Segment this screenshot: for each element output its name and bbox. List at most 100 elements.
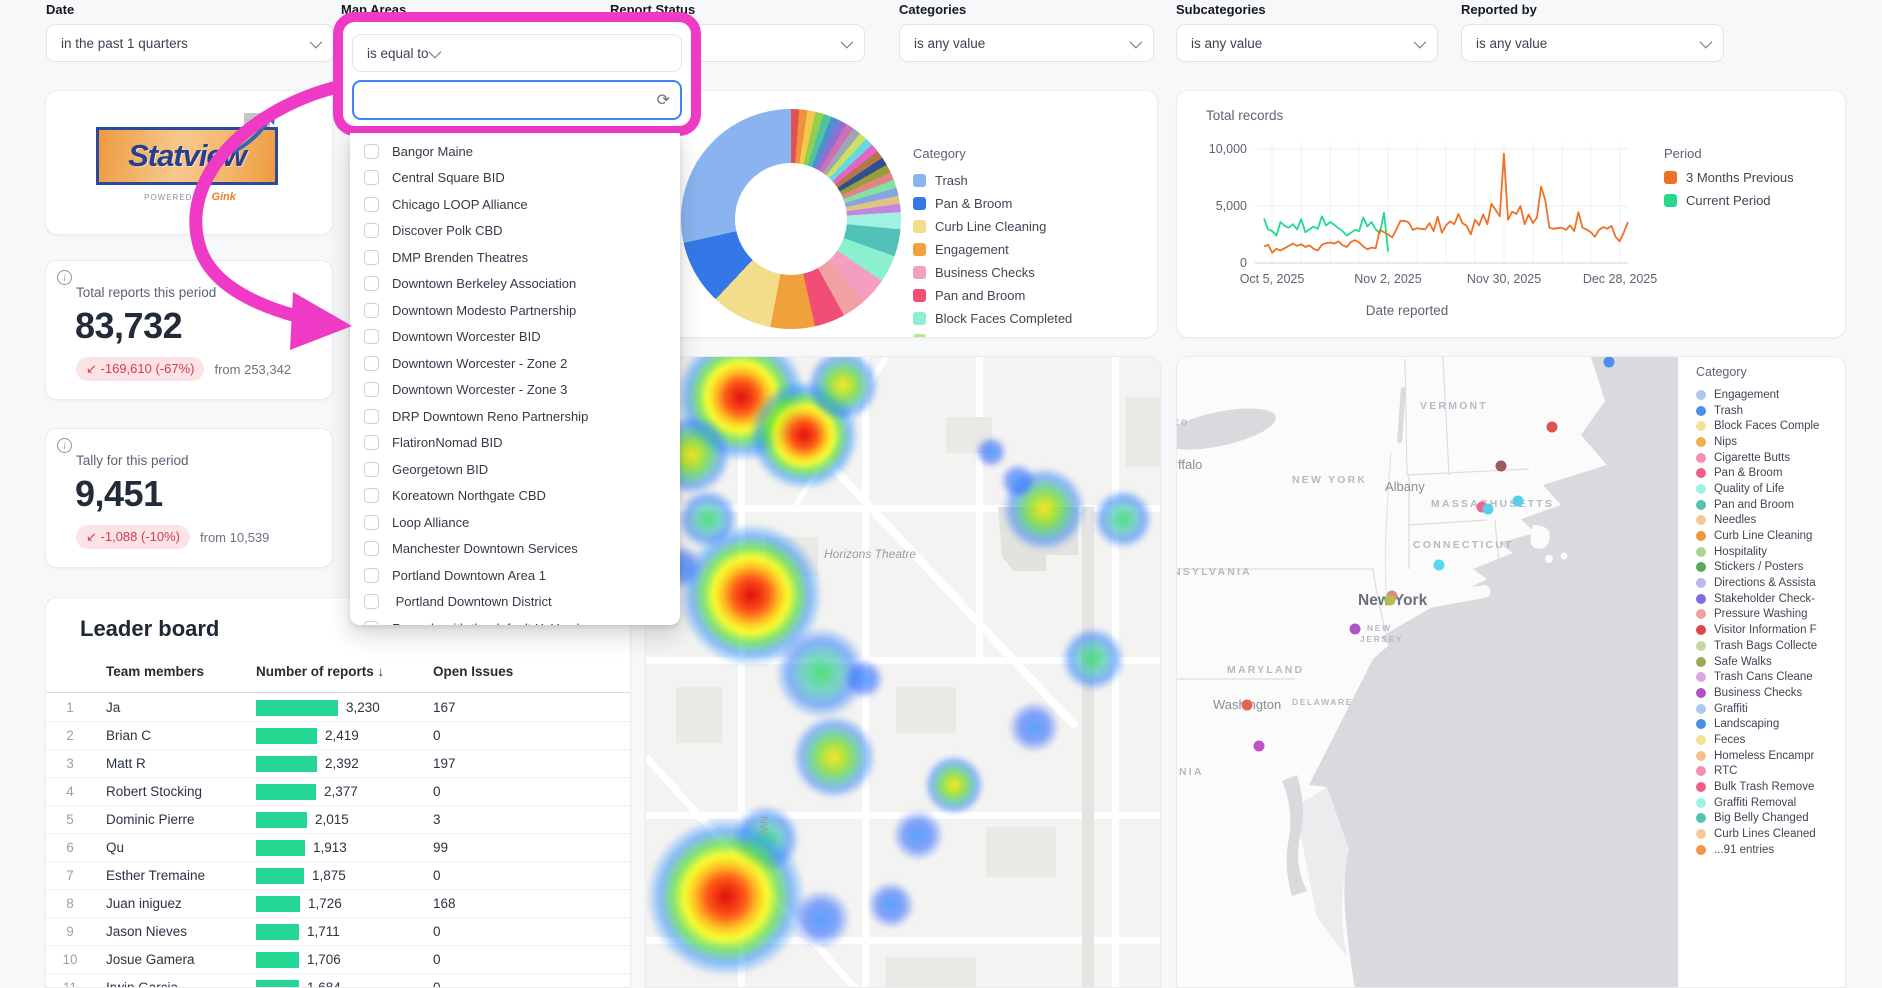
- option-label[interactable]: Koreatown Northgate CBD: [392, 488, 546, 503]
- heatmap-map[interactable]: Horizons Theatre NW: [646, 357, 1160, 987]
- legend-label: Graffiti: [1714, 703, 1748, 715]
- logo-card: Statview POWERED BY Gink: [45, 90, 333, 235]
- checkbox[interactable]: [364, 329, 379, 344]
- categories-filter-select[interactable]: is any value: [899, 24, 1154, 62]
- checkbox[interactable]: [364, 382, 379, 397]
- date-filter-select[interactable]: in the past 1 quarters: [46, 24, 334, 62]
- refresh-icon[interactable]: ⟳: [657, 90, 670, 110]
- row-rank: 8: [60, 896, 80, 911]
- checkbox[interactable]: [364, 303, 379, 318]
- checkbox[interactable]: [364, 409, 379, 424]
- category-donut-card: Category TrashPan & BroomCurb Line Clean…: [645, 90, 1158, 338]
- checkbox[interactable]: [364, 621, 379, 625]
- reports-bar: [256, 924, 299, 940]
- option-label[interactable]: Georgetown BID: [392, 462, 488, 477]
- dropdown-option[interactable]: Koreatown Northgate CBD: [350, 483, 680, 510]
- legend-label: Trash: [1714, 405, 1743, 417]
- checkbox[interactable]: [364, 435, 379, 450]
- subcategories-filter-select[interactable]: is any value: [1176, 24, 1438, 62]
- heat-blob: [1008, 701, 1060, 753]
- dropdown-option[interactable]: Loop Alliance: [350, 509, 680, 536]
- legend-dot: [1696, 609, 1706, 619]
- option-label[interactable]: Downtown Berkeley Association: [392, 276, 576, 291]
- checkbox[interactable]: [364, 170, 379, 185]
- checkbox[interactable]: [364, 462, 379, 477]
- kpi-card-tally: i Tally for this period 9,451 ↙ -1,088 (…: [45, 428, 333, 568]
- dropdown-option[interactable]: Records with the default X, Y values: [350, 615, 680, 625]
- checkbox[interactable]: [364, 250, 379, 265]
- option-label[interactable]: Central Square BID: [392, 170, 505, 185]
- kpi-label: Total reports this period: [76, 285, 216, 300]
- option-label[interactable]: Discover Polk CBD: [392, 223, 503, 238]
- chevron-down-icon: [428, 45, 441, 58]
- info-icon[interactable]: i: [57, 270, 72, 285]
- map-data-dot: [1604, 357, 1615, 368]
- legend-label: Feces: [1714, 734, 1745, 746]
- reports-value: 2,377: [324, 784, 358, 799]
- option-label[interactable]: Bangor Maine: [392, 144, 473, 159]
- option-label[interactable]: Chicago LOOP Alliance: [392, 197, 528, 212]
- dropdown-option[interactable]: Portland Downtown District: [350, 589, 680, 616]
- checkbox[interactable]: [364, 488, 379, 503]
- option-label[interactable]: Downtown Modesto Partnership: [392, 303, 576, 318]
- dropdown-option[interactable]: Downtown Worcester - Zone 2: [350, 350, 680, 377]
- option-label[interactable]: Downtown Worcester - Zone 3: [392, 382, 567, 397]
- dropdown-option[interactable]: Downtown Berkeley Association: [350, 271, 680, 298]
- dropdown-option[interactable]: Portland Downtown Area 1: [350, 562, 680, 589]
- checkbox[interactable]: [364, 594, 379, 609]
- reported-by-filter-select[interactable]: is any value: [1461, 24, 1724, 62]
- member-name: Jason Nieves: [106, 924, 187, 939]
- open-issues-value: 0: [433, 952, 441, 967]
- map-areas-operator-select[interactable]: is equal to: [352, 34, 682, 72]
- option-label[interactable]: FlatironNomad BID: [392, 435, 503, 450]
- column-header-team-members[interactable]: Team members: [106, 664, 204, 679]
- column-header-number-of-reports[interactable]: Number of reports ↓: [256, 664, 384, 679]
- dropdown-option[interactable]: Central Square BID: [350, 165, 680, 192]
- legend-item: Pan & Broom: [913, 196, 1072, 211]
- legend-item: [913, 334, 1072, 338]
- checkbox[interactable]: [364, 356, 379, 371]
- legend-item: Trash Bags Collecte: [1696, 638, 1846, 654]
- dropdown-option[interactable]: Chicago LOOP Alliance: [350, 191, 680, 218]
- dropdown-option[interactable]: Downtown Worcester - Zone 3: [350, 377, 680, 404]
- checkbox[interactable]: [364, 515, 379, 530]
- option-label[interactable]: Downtown Worcester - Zone 2: [392, 356, 567, 371]
- dropdown-option[interactable]: Georgetown BID: [350, 456, 680, 483]
- svg-text:Dec 28, 2025: Dec 28, 2025: [1583, 272, 1657, 286]
- heatmap-card: Horizons Theatre NW: [645, 356, 1161, 988]
- dropdown-option[interactable]: Downtown Worcester BID: [350, 324, 680, 351]
- info-icon[interactable]: i: [57, 438, 72, 453]
- dropdown-option[interactable]: Bangor Maine: [350, 138, 680, 165]
- checkbox[interactable]: [364, 197, 379, 212]
- option-label[interactable]: DRP Downtown Reno Partnership: [392, 409, 588, 424]
- legend-label: Directions & Assista: [1714, 577, 1816, 589]
- open-issues-value: 0: [433, 924, 441, 939]
- dropdown-option[interactable]: Downtown Modesto Partnership: [350, 297, 680, 324]
- dropdown-option[interactable]: Discover Polk CBD: [350, 218, 680, 245]
- member-name: Qu: [106, 840, 124, 855]
- legend-item: Stickers / Posters: [1696, 560, 1846, 576]
- option-label[interactable]: Downtown Worcester BID: [392, 329, 541, 344]
- dropdown-option[interactable]: Manchester Downtown Services: [350, 536, 680, 563]
- map-areas-search-input[interactable]: [364, 93, 657, 108]
- column-header-open-issues[interactable]: Open Issues: [433, 664, 513, 679]
- region-map[interactable]: toffaloNEW YORKAlbanyVERMONTMASSACHUSETT…: [1177, 357, 1678, 988]
- legend-item: Pan and Broom: [913, 288, 1072, 303]
- map-areas-search-box[interactable]: ⟳: [352, 80, 682, 120]
- option-label[interactable]: Portland Downtown District: [392, 594, 552, 609]
- checkbox[interactable]: [364, 541, 379, 556]
- option-label[interactable]: Manchester Downtown Services: [392, 541, 578, 556]
- checkbox[interactable]: [364, 223, 379, 238]
- legend-dot: [1696, 547, 1706, 557]
- option-label[interactable]: Records with the default X, Y values: [392, 621, 600, 625]
- option-label[interactable]: Portland Downtown Area 1: [392, 568, 546, 583]
- checkbox[interactable]: [364, 144, 379, 159]
- legend-dot: [1696, 829, 1706, 839]
- option-label[interactable]: Loop Alliance: [392, 515, 469, 530]
- checkbox[interactable]: [364, 276, 379, 291]
- dropdown-option[interactable]: FlatironNomad BID: [350, 430, 680, 457]
- option-label[interactable]: DMP Brenden Theatres: [392, 250, 528, 265]
- dropdown-option[interactable]: DRP Downtown Reno Partnership: [350, 403, 680, 430]
- checkbox[interactable]: [364, 568, 379, 583]
- dropdown-option[interactable]: DMP Brenden Theatres: [350, 244, 680, 271]
